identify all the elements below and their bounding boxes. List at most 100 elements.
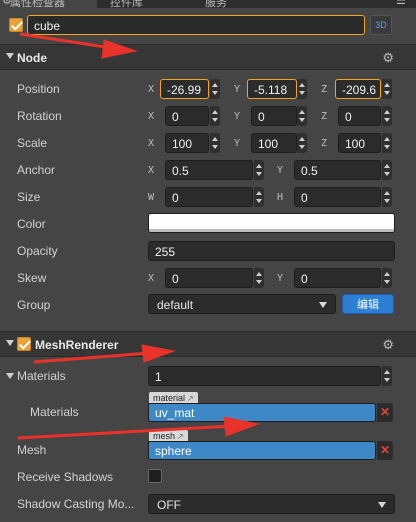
position-z-input[interactable]: -209.6 [335, 79, 381, 99]
size-h-stepper[interactable] [382, 187, 392, 207]
mesh-renderer-section-title: MeshRenderer [35, 338, 119, 352]
color-label: Color [17, 217, 46, 231]
position-z-axis: Z [321, 84, 328, 95]
shadow-casting-select[interactable]: OFF [148, 494, 395, 514]
position-y-input[interactable]: -5.118 [247, 79, 297, 99]
skew-label: Skew [17, 271, 47, 285]
scale-label: Scale [17, 136, 48, 150]
skew-x-stepper[interactable] [254, 268, 264, 288]
tab-library[interactable]: 控件库 [110, 0, 143, 8]
scale-y-input[interactable]: 100 [251, 133, 297, 153]
node-name-input[interactable]: cube [27, 15, 365, 35]
material-asset-field[interactable]: uv_mat [148, 403, 376, 422]
skew-y-stepper[interactable] [382, 268, 392, 288]
node-enabled-checkbox[interactable] [9, 18, 23, 32]
materials-count-stepper[interactable] [382, 366, 392, 386]
size-w-stepper[interactable] [254, 187, 264, 207]
gear-icon[interactable]: ⚙ [382, 50, 394, 66]
materials-count-input[interactable]: 1 [148, 366, 381, 386]
anchor-label: Anchor [17, 163, 56, 177]
external-link-icon[interactable]: ↗ [177, 432, 184, 441]
position-label: Position [17, 82, 60, 96]
receive-shadows-label: Receive Shadows [17, 470, 114, 484]
rotation-y-axis: Y [234, 111, 241, 122]
size-label: Size [17, 190, 41, 204]
mesh-label: Mesh [17, 443, 47, 457]
tab-inspector-label: 属性检查器 [10, 0, 65, 8]
skew-x-input[interactable]: 0 [165, 268, 253, 288]
size-w-input[interactable]: 0 [165, 187, 253, 207]
color-swatch[interactable] [148, 213, 395, 233]
edit-group-button[interactable]: 编辑 [342, 294, 394, 314]
rotation-z-input[interactable]: 0 [338, 106, 381, 126]
rotation-x-input[interactable]: 0 [165, 106, 209, 126]
rotation-z-axis: Z [321, 111, 328, 122]
menu-icon[interactable]: ☰ [396, 0, 406, 7]
rotation-x-stepper[interactable] [210, 106, 220, 126]
rotation-z-stepper[interactable] [382, 106, 392, 126]
scale-x-stepper[interactable] [210, 133, 220, 153]
scale-y-stepper[interactable] [297, 133, 307, 153]
tab-services-label: 服务 [205, 0, 227, 8]
skew-y-input[interactable]: 0 [294, 268, 381, 288]
group-label: Group [17, 298, 51, 312]
position-y-stepper[interactable] [297, 79, 307, 99]
position-x-input[interactable]: -26.99 [160, 79, 209, 99]
group-select-value: default [157, 298, 194, 312]
scale-x-input[interactable]: 100 [165, 133, 209, 153]
anchor-y-stepper[interactable] [382, 160, 392, 180]
node-section-title: Node [17, 51, 47, 65]
clear-mesh-button[interactable]: ✕ [377, 441, 393, 460]
tab-bar: 属性检查器 ⚙ 控件库 服务 ☰ [0, 0, 416, 8]
receive-shadows-checkbox[interactable] [148, 469, 162, 483]
anchor-x-stepper[interactable] [254, 160, 264, 180]
3d-mode-button[interactable]: 3D [370, 15, 392, 35]
size-h-axis: H [277, 192, 284, 203]
chevron-down-icon [378, 502, 386, 508]
scale-z-axis: Z [321, 138, 328, 149]
node-header: cube 3D [0, 8, 416, 42]
opacity-input[interactable]: 255 [148, 241, 395, 261]
collapse-triangle-icon [6, 340, 14, 346]
rotation-label: Rotation [17, 109, 62, 123]
mesh-asset-field[interactable]: sphere [148, 441, 376, 460]
tab-inspector[interactable]: 属性检查器 [0, 0, 97, 8]
size-w-axis: W [148, 192, 155, 203]
collapse-triangle-icon[interactable] [6, 373, 14, 379]
tab-services[interactable]: 服务 [205, 0, 227, 8]
annotation-arrow-3 [17, 424, 233, 440]
material-tag-label: material [153, 393, 186, 403]
scale-z-stepper[interactable] [382, 133, 392, 153]
collapse-triangle-icon [6, 53, 14, 59]
rotation-y-input[interactable]: 0 [251, 106, 297, 126]
scale-y-axis: Y [234, 138, 241, 149]
node-section-header[interactable]: Node ⚙ [0, 44, 416, 70]
material-item-label: Materials [30, 405, 79, 419]
anchor-x-axis: X [148, 165, 155, 176]
group-select[interactable]: default [148, 294, 336, 314]
anchor-y-input[interactable]: 0.5 [294, 160, 381, 180]
anchor-x-input[interactable]: 0.5 [165, 160, 253, 180]
mesh-renderer-enabled-checkbox[interactable] [17, 337, 31, 351]
chevron-down-icon [319, 302, 327, 308]
tab-library-label: 控件库 [110, 0, 143, 8]
materials-count-label: Materials [17, 369, 66, 383]
position-z-stepper[interactable] [382, 79, 392, 99]
scale-x-axis: X [148, 138, 155, 149]
shadow-casting-label: Shadow Casting Mo... [17, 497, 135, 511]
size-h-input[interactable]: 0 [294, 187, 381, 207]
anchor-y-axis: Y [277, 165, 284, 176]
skew-x-axis: X [148, 273, 155, 284]
position-x-stepper[interactable] [210, 79, 220, 99]
scale-z-input[interactable]: 100 [338, 133, 381, 153]
shadow-casting-value: OFF [157, 498, 181, 512]
position-x-axis: X [148, 84, 155, 95]
mesh-tag-label: mesh [153, 431, 176, 441]
rotation-y-stepper[interactable] [297, 106, 307, 126]
gear-icon[interactable]: ⚙ [382, 337, 394, 353]
clear-material-button[interactable]: ✕ [377, 403, 393, 422]
skew-y-axis: Y [277, 273, 284, 284]
rotation-x-axis: X [148, 111, 155, 122]
mesh-renderer-section-header[interactable]: MeshRenderer ⚙ [0, 331, 416, 357]
external-link-icon[interactable]: ↗ [187, 394, 194, 403]
